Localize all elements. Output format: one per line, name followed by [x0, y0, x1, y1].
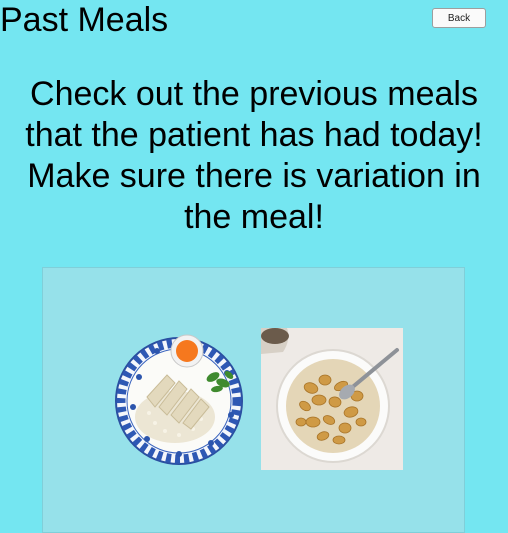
meal-image-chicken-rice: [115, 334, 243, 465]
instructions-text: Check out the previous meals that the pa…: [25, 75, 483, 236]
meals-panel: [42, 267, 465, 533]
page-title: Past Meals: [0, 1, 169, 39]
back-button[interactable]: Back: [432, 8, 486, 28]
meal-image-cereal-bowl: [261, 328, 403, 470]
